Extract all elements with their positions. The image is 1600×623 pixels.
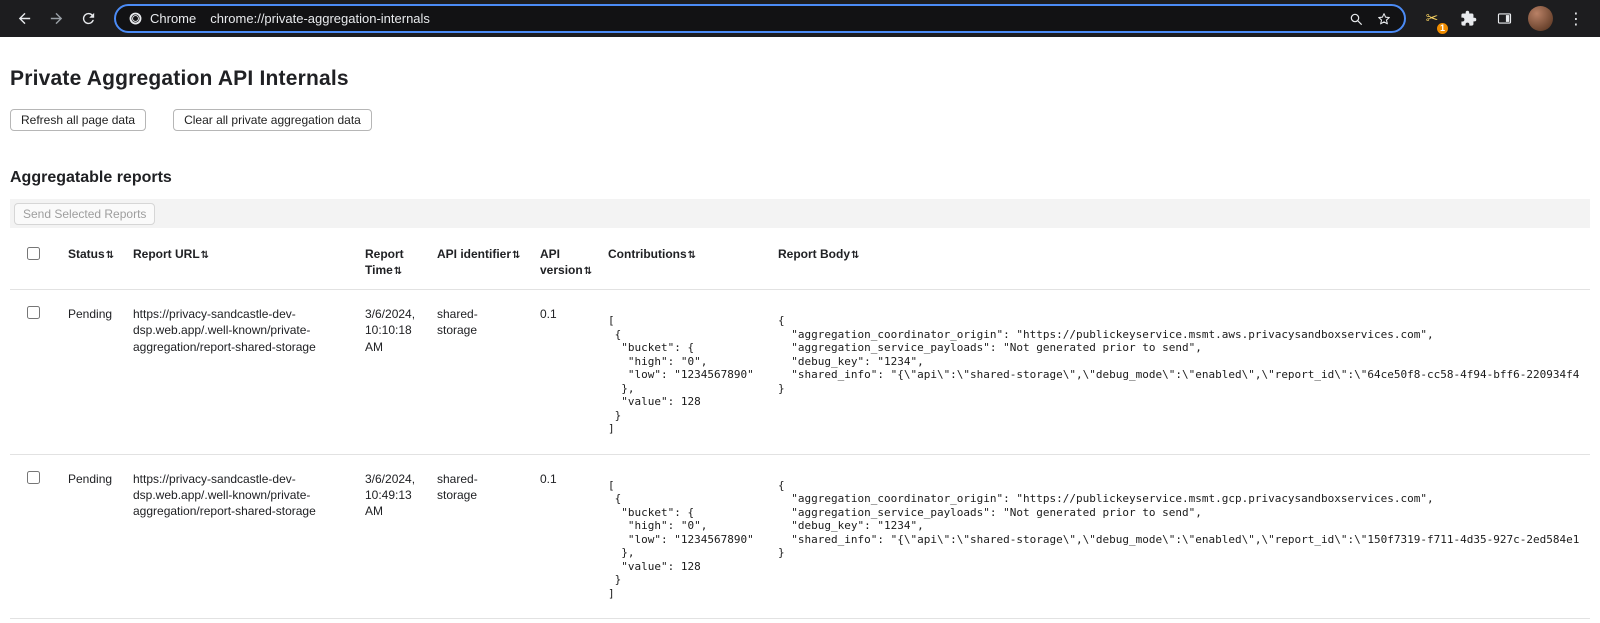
back-arrow-icon: [16, 10, 33, 27]
menu-button[interactable]: ⋮: [1560, 3, 1592, 35]
sort-icon: ⇅: [201, 250, 209, 261]
header-report-url-label: Report URL: [133, 247, 200, 261]
api-identifier-cell: shared-storage: [437, 454, 540, 619]
back-button[interactable]: [8, 3, 40, 35]
select-all-cell: [10, 234, 68, 290]
page-content: Private Aggregation API Internals Refres…: [0, 67, 1600, 619]
forward-button[interactable]: [40, 3, 72, 35]
report-time-cell: 3/6/2024, 10:10:18 AM: [365, 290, 437, 455]
report-row: Pending https://privacy-sandcastle-dev-d…: [10, 454, 1590, 619]
report-url-cell: https://privacy-sandcastle-dev-dsp.web.a…: [133, 290, 365, 455]
sort-icon: ⇅: [584, 266, 592, 277]
three-dot-menu-icon: ⋮: [1568, 11, 1584, 27]
header-api-identifier[interactable]: API identifier⇅: [437, 234, 540, 290]
forward-arrow-icon: [48, 10, 65, 27]
api-version-cell: 0.1: [540, 290, 608, 455]
sort-icon: ⇅: [851, 250, 859, 261]
clear-all-button[interactable]: Clear all private aggregation data: [173, 109, 372, 131]
report-body-cell: { "aggregation_coordinator_origin": "htt…: [778, 290, 1590, 455]
avatar: [1528, 6, 1553, 31]
reload-icon: [80, 10, 97, 27]
zoom-button[interactable]: [1342, 6, 1370, 32]
report-time-cell: 3/6/2024, 10:49:13 AM: [365, 454, 437, 619]
url-text: chrome://private-aggregation-internals: [210, 11, 430, 26]
header-api-version-label: API version: [540, 247, 583, 277]
contributions-json: [ { "bucket": { "high": "0", "low": "123…: [608, 479, 770, 601]
header-report-time[interactable]: Report Time⇅: [365, 234, 437, 290]
status-cell: Pending: [68, 290, 133, 455]
side-panel-button[interactable]: [1488, 3, 1520, 35]
send-selected-reports-button[interactable]: Send Selected Reports: [14, 203, 155, 225]
header-contributions[interactable]: Contributions⇅: [608, 234, 778, 290]
reports-table: Status⇅ Report URL⇅ Report Time⇅ API ide…: [10, 234, 1590, 619]
section-title: Aggregatable reports: [10, 169, 1590, 187]
row-checkbox[interactable]: [27, 306, 40, 319]
report-body-json: { "aggregation_coordinator_origin": "htt…: [778, 314, 1582, 395]
cut-tool-button[interactable]: ✂ 1: [1416, 3, 1448, 35]
report-body-json: { "aggregation_coordinator_origin": "htt…: [778, 479, 1582, 560]
header-report-body[interactable]: Report Body⇅: [778, 234, 1590, 290]
send-reports-bar: Send Selected Reports: [10, 199, 1590, 228]
sort-icon: ⇅: [688, 250, 696, 261]
row-checkbox[interactable]: [27, 471, 40, 484]
row-checkbox-cell: [10, 454, 68, 619]
header-api-identifier-label: API identifier: [437, 247, 511, 261]
header-status-label: Status: [68, 247, 105, 261]
profile-button[interactable]: [1524, 3, 1556, 35]
contributions-cell: [ { "bucket": { "high": "0", "low": "123…: [608, 290, 778, 455]
header-status[interactable]: Status⇅: [68, 234, 133, 290]
toolbar-right-cluster: ✂ 1 ⋮: [1416, 3, 1592, 35]
header-report-body-label: Report Body: [778, 247, 850, 261]
puzzle-icon: [1460, 10, 1477, 27]
page-actions: Refresh all page data Clear all private …: [10, 109, 1590, 131]
chrome-logo-icon: [128, 11, 143, 26]
star-icon: [1376, 11, 1392, 27]
report-row: Pending https://privacy-sandcastle-dev-d…: [10, 290, 1590, 455]
sort-icon: ⇅: [106, 250, 114, 261]
report-body-cell: { "aggregation_coordinator_origin": "htt…: [778, 454, 1590, 619]
contributions-json: [ { "bucket": { "high": "0", "low": "123…: [608, 314, 770, 436]
page-title: Private Aggregation API Internals: [10, 67, 1590, 91]
reload-button[interactable]: [72, 3, 104, 35]
status-cell: Pending: [68, 454, 133, 619]
table-header-row: Status⇅ Report URL⇅ Report Time⇅ API ide…: [10, 234, 1590, 290]
header-contributions-label: Contributions: [608, 247, 687, 261]
sort-icon: ⇅: [394, 266, 402, 277]
sort-icon: ⇅: [512, 250, 520, 261]
header-api-version[interactable]: API version⇅: [540, 234, 608, 290]
api-identifier-cell: shared-storage: [437, 290, 540, 455]
browser-toolbar: Chrome chrome://private-aggregation-inte…: [0, 0, 1600, 37]
contributions-cell: [ { "bucket": { "high": "0", "low": "123…: [608, 454, 778, 619]
report-url-cell: https://privacy-sandcastle-dev-dsp.web.a…: [133, 454, 365, 619]
row-checkbox-cell: [10, 290, 68, 455]
magnifier-icon: [1348, 11, 1364, 27]
header-report-url[interactable]: Report URL⇅: [133, 234, 365, 290]
address-bar[interactable]: Chrome chrome://private-aggregation-inte…: [114, 4, 1406, 33]
notification-badge: 1: [1436, 22, 1449, 35]
bookmark-button[interactable]: [1370, 6, 1398, 32]
refresh-all-button[interactable]: Refresh all page data: [10, 109, 146, 131]
site-chip: Chrome: [128, 11, 196, 26]
api-version-cell: 0.1: [540, 454, 608, 619]
select-all-checkbox[interactable]: [27, 247, 40, 260]
side-panel-icon: [1496, 10, 1513, 27]
extensions-button[interactable]: [1452, 3, 1484, 35]
site-chip-label: Chrome: [150, 11, 196, 26]
